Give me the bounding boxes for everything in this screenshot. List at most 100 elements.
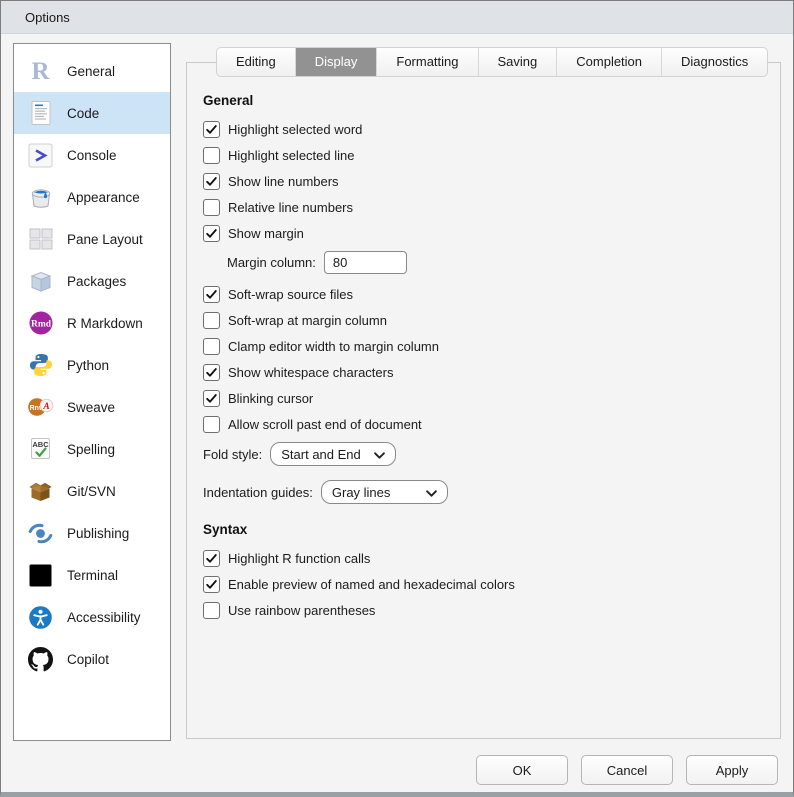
checkbox-show-whitespace-characters[interactable] — [203, 364, 220, 381]
checkbox-label: Highlight R function calls — [228, 551, 371, 566]
option-row-soft-wrap-source-files[interactable]: Soft-wrap source files — [203, 286, 763, 303]
option-row-use-rainbow-parentheses[interactable]: Use rainbow parentheses — [203, 602, 763, 619]
checkbox-label: Highlight selected line — [228, 148, 355, 163]
apply-button[interactable]: Apply — [686, 755, 778, 785]
checkbox-label: Show margin — [228, 226, 304, 241]
checkbox-highlight-selected-line[interactable] — [203, 147, 220, 164]
sidebar-item-terminal[interactable]: Terminal — [14, 554, 170, 596]
option-row-show-margin[interactable]: Show margin — [203, 225, 763, 242]
margin-column-input[interactable] — [323, 251, 407, 274]
select-value: Start and End — [281, 446, 361, 462]
indentation-guides-select[interactable]: Gray lines — [320, 480, 448, 504]
checkbox-label: Soft-wrap at margin column — [228, 313, 387, 328]
rmarkdown-icon: Rmd — [27, 310, 54, 337]
sidebar-item-label: Spelling — [67, 441, 116, 457]
fold-style-select[interactable]: Start and End — [270, 442, 397, 466]
spellcheck-icon: ABC — [27, 436, 54, 463]
console-prompt-icon — [27, 142, 54, 169]
sidebar-item-general[interactable]: R General — [14, 50, 170, 92]
section-syntax: Syntax Highlight R function calls Enable p… — [203, 522, 763, 619]
checkbox-soft-wrap-source-files[interactable] — [203, 286, 220, 303]
select-value: Gray lines — [331, 484, 391, 500]
tab-strip: Editing Display Formatting Saving Completion… — [216, 47, 769, 77]
sidebar-item-accessibility[interactable]: Accessibility — [14, 596, 170, 638]
sidebar-item-python[interactable]: Python — [14, 344, 170, 386]
checkbox-blinking-cursor[interactable] — [203, 390, 220, 407]
sidebar-item-label: Code — [67, 105, 100, 121]
tab-editing[interactable]: Editing — [217, 48, 295, 76]
cancel-button[interactable]: Cancel — [581, 755, 673, 785]
section-heading-general: General — [203, 93, 254, 108]
option-row-enable-preview-of-named-and-hexadecimal-colors[interactable]: Enable preview of named and hexadecimal … — [203, 576, 763, 593]
sidebar-item-appearance[interactable]: Appearance — [14, 176, 170, 218]
sidebar-item-packages[interactable]: Packages — [14, 260, 170, 302]
dialog-footer: OK Cancel Apply — [476, 755, 778, 785]
category-sidebar: R General Code Console Appearance Pane Layout… — [13, 43, 171, 741]
checkbox-label: Use rainbow parentheses — [228, 603, 376, 618]
tab-formatting[interactable]: Formatting — [376, 48, 477, 76]
checkbox-allow-scroll-past-end-of-document[interactable] — [203, 416, 220, 433]
git-box-icon — [27, 478, 54, 505]
checkbox-highlight-r-function-calls[interactable] — [203, 550, 220, 567]
sweave-icon: Rnw A — [27, 394, 54, 421]
svg-text:Rmd: Rmd — [30, 320, 51, 330]
checkbox-show-line-numbers[interactable] — [203, 173, 220, 190]
sidebar-item-git-svn[interactable]: Git/SVN — [14, 470, 170, 512]
sidebar-item-code[interactable]: Code — [14, 92, 170, 134]
tab-diagnostics[interactable]: Diagnostics — [661, 48, 767, 76]
section-general: General Highlight selected word Highlight … — [203, 93, 763, 504]
sidebar-item-publishing[interactable]: Publishing — [14, 512, 170, 554]
r-logo-icon: R — [31, 57, 50, 85]
chevron-down-icon — [426, 485, 437, 500]
option-row-highlight-r-function-calls[interactable]: Highlight R function calls — [203, 550, 763, 567]
sidebar-item-spelling[interactable]: ABC Spelling — [14, 428, 170, 470]
sidebar-item-r-markdown[interactable]: Rmd R Markdown — [14, 302, 170, 344]
sidebar-item-label: Publishing — [67, 525, 130, 541]
settings-content: General Highlight selected word Highlight … — [203, 93, 763, 628]
field-label: Margin column: — [227, 255, 316, 270]
checkbox-label: Highlight selected word — [228, 122, 363, 137]
option-row-relative-line-numbers[interactable]: Relative line numbers — [203, 199, 763, 216]
option-row-soft-wrap-at-margin-column[interactable]: Soft-wrap at margin column — [203, 312, 763, 329]
chevron-down-icon — [374, 447, 386, 462]
checkbox-label: Show whitespace characters — [228, 365, 394, 380]
tab-display[interactable]: Display — [294, 48, 377, 76]
sidebar-item-label: Sweave — [67, 399, 116, 415]
tab-completion[interactable]: Completion — [556, 48, 661, 76]
field-label: Fold style: — [203, 446, 263, 462]
checkbox-relative-line-numbers[interactable] — [203, 199, 220, 216]
checkbox-use-rainbow-parentheses[interactable] — [203, 602, 220, 619]
checkbox-highlight-selected-word[interactable] — [203, 121, 220, 138]
option-row-highlight-selected-word[interactable]: Highlight selected word — [203, 121, 763, 138]
sidebar-item-label: Python — [67, 357, 110, 373]
github-icon — [27, 646, 54, 673]
accessibility-icon — [27, 604, 54, 631]
checkbox-label: Relative line numbers — [228, 200, 354, 215]
sidebar-item-label: Console — [67, 147, 117, 163]
sidebar-item-sweave[interactable]: Rnw A Sweave — [14, 386, 170, 428]
sidebar-item-copilot[interactable]: Copilot — [14, 638, 170, 680]
option-row-show-whitespace-characters[interactable]: Show whitespace characters — [203, 364, 763, 381]
sidebar-item-label: Pane Layout — [67, 231, 143, 247]
checkbox-clamp-editor-width-to-margin-column[interactable] — [203, 338, 220, 355]
window-title-bar[interactable]: Options — [1, 1, 793, 34]
option-row-highlight-selected-line[interactable]: Highlight selected line — [203, 147, 763, 164]
option-row-show-line-numbers[interactable]: Show line numbers — [203, 173, 763, 190]
sidebar-item-label: Copilot — [67, 651, 110, 667]
sidebar-item-label: Appearance — [67, 189, 140, 205]
option-row-blinking-cursor[interactable]: Blinking cursor — [203, 390, 763, 407]
sidebar-item-label: Packages — [67, 273, 127, 289]
checkbox-label: Allow scroll past end of document — [228, 417, 422, 432]
option-row-allow-scroll-past-end-of-document[interactable]: Allow scroll past end of document — [203, 416, 763, 433]
package-box-icon — [27, 268, 54, 295]
ok-button[interactable]: OK — [476, 755, 568, 785]
checkbox-enable-preview-of-named-and-hexadecimal-colors[interactable] — [203, 576, 220, 593]
svg-text:ABC: ABC — [32, 440, 49, 449]
option-row-clamp-editor-width-to-margin-column[interactable]: Clamp editor width to margin column — [203, 338, 763, 355]
sidebar-item-console[interactable]: Console — [14, 134, 170, 176]
checkbox-label: Enable preview of named and hexadecimal … — [228, 577, 515, 592]
checkbox-show-margin[interactable] — [203, 225, 220, 242]
checkbox-soft-wrap-at-margin-column[interactable] — [203, 312, 220, 329]
tab-saving[interactable]: Saving — [477, 48, 557, 76]
sidebar-item-pane-layout[interactable]: Pane Layout — [14, 218, 170, 260]
